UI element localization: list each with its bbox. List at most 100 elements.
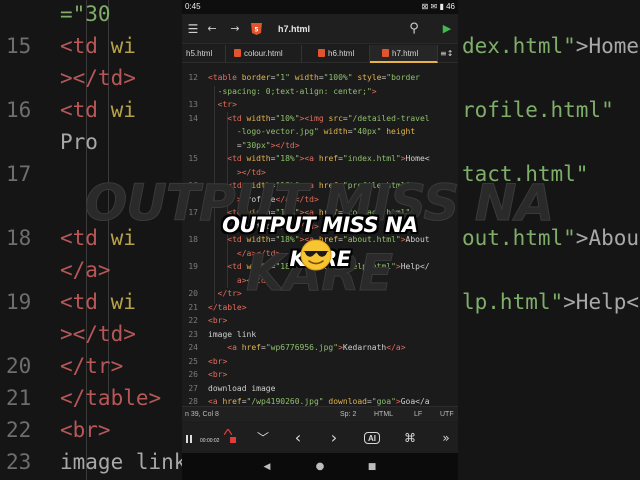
line-code: <br> [208,316,228,325]
line-number: 24 [188,343,198,352]
background-line-number: 20 [6,354,32,378]
background-line-number: 19 [6,290,32,314]
menu-icon[interactable]: ☰ [185,21,201,37]
code-line[interactable]: 13 <tr> [182,98,458,111]
line-number: 14 [188,113,198,123]
line-number: 13 [188,100,198,109]
code-line[interactable]: 24 <a href="wp6776956.jpg">Kedarnath</a> [182,341,458,354]
code-line[interactable]: 14 <td width="10%"><img src="/detailed-t… [182,112,458,125]
background-line-number: 17 [6,162,32,186]
background-line-code: ="30 [60,2,111,26]
line-code: -logo-vector.jpg" width="40px" height [208,127,416,136]
line-number: 21 [188,302,198,312]
line-code: -spacing: 0;text-align: center;"> [208,86,377,96]
language-mode[interactable]: HTML [374,407,393,423]
file-tabs: h5.html colour.html h6.html h7.html ≡↕ [182,45,458,63]
tab-h7[interactable]: h7.html [370,45,438,63]
background-line-code: Pro [60,130,98,154]
arrow-left-icon[interactable]: ‹ [288,429,308,447]
encoding[interactable]: UTF [440,407,454,423]
screen-recorder[interactable]: 00:00:02 [186,429,238,447]
app-bar: ☰ ← → 5 h7.html ⚲ ▶ [182,14,458,44]
background-line-code: image link [60,450,187,474]
code-line[interactable]: 22 <br> [182,314,458,327]
background-line-code-right: lp.html">Help</ [462,290,640,314]
code-line[interactable]: 25 <br> [182,355,458,368]
background-line-code: </a> [60,258,111,282]
tab-h5[interactable]: h5.html [182,45,226,63]
redo-icon[interactable]: → [227,21,243,37]
editor-status-bar: n 39, Col 8 Sp: 2 HTML LF UTF [182,406,458,422]
home-icon[interactable]: ● [313,460,327,474]
line-number: 12 [188,73,198,82]
svg-text:5: 5 [254,27,258,34]
line-code: ="30px"></td> [208,140,300,150]
stop-icon [230,437,236,443]
line-code: <td width="10%"><img src="/detailed-trav… [208,113,430,123]
background-line-code: <td wi [60,34,136,58]
background-line-code-right: dex.html">Home< [462,34,640,58]
tab-colour[interactable]: colour.html [226,45,302,63]
line-ending[interactable]: LF [414,407,422,423]
background-line-code: <td wi [60,98,136,122]
video-caption: OUTPUT MISS NA KARE [222,213,418,271]
code-line[interactable]: 27 download image [182,382,458,395]
keyboard-toolbar: 00:00:02 ﹀ ‹ › AI ⌘ » [182,423,458,453]
tab-h6[interactable]: h6.html [302,45,370,63]
html5-icon [234,49,241,57]
code-line[interactable]: ="30px"></td> [182,139,458,152]
background-line-code: <td wi [60,290,136,314]
status-bar: 0:45 ⊠ ✉ ▮ 46 [182,0,458,14]
search-icon[interactable]: ⚲ [406,21,422,37]
system-nav-bar: ◀ ● ■ [182,453,458,480]
code-line[interactable]: -logo-vector.jpg" width="40px" height [182,125,458,138]
line-code: <td width="18%"><a href="index.html">Hom… [208,154,430,163]
line-code: </table> [208,302,247,312]
run-icon[interactable]: ▶ [439,21,455,37]
sunglasses-emoji-icon [300,239,332,271]
background-line-code: <br> [60,418,111,442]
chevron-down-icon[interactable]: ﹀ [253,429,273,447]
code-line[interactable]: 26 <br> [182,368,458,381]
recents-icon[interactable]: ■ [365,460,379,474]
code-line[interactable]: 15 <td width="18%"><a href="index.html">… [182,152,458,165]
ai-button[interactable]: AI [364,432,380,444]
background-line-number: 15 [6,34,32,58]
background-line-code: </tr> [60,354,124,378]
background-line-number: 22 [6,418,32,442]
tab-list-icon[interactable]: ≡↕ [440,45,458,63]
background-line-number: 23 [6,450,32,474]
line-number: 22 [188,316,198,325]
undo-icon[interactable]: ← [204,21,220,37]
line-number: 15 [188,154,198,163]
indent-setting[interactable]: Sp: 2 [340,407,356,423]
line-code: <table border="1" width="100%" style="bo… [208,73,420,82]
background-line-number: 16 [6,98,32,122]
line-code: image link [208,329,257,339]
status-time: 0:45 [185,2,201,11]
status-icons: ⊠ ✉ ▮ 46 [421,2,455,11]
tab-label: h5.html [186,49,213,58]
code-line[interactable]: 12 <table border="1" width="100%" style="… [182,71,458,84]
html5-icon [318,49,325,57]
background-line-number: 21 [6,386,32,410]
code-line[interactable]: -spacing: 0;text-align: center;"> [182,85,458,98]
file-title[interactable]: h7.html [278,21,310,37]
more-keys-icon[interactable]: » [436,429,456,447]
line-number: 25 [188,356,198,366]
recording-time: 00:00:02 [200,438,220,444]
arrow-right-icon[interactable]: › [324,429,344,447]
pause-icon [186,435,192,443]
background-line-code: ></td> [60,322,136,346]
code-line[interactable]: 23 image link [182,328,458,341]
html5-icon [382,49,389,57]
tab-label: h6.html [328,49,355,58]
back-icon[interactable]: ◀ [260,460,274,474]
line-code: <br> [208,356,228,366]
background-line-code: ></td> [60,66,136,90]
command-icon[interactable]: ⌘ [400,429,420,447]
cursor-position: n 39, Col 8 [185,411,219,418]
html5-icon: 5 [251,23,262,35]
line-code: <a href="wp6776956.jpg">Kedarnath</a> [208,343,406,352]
record-indicator-icon [224,429,232,435]
